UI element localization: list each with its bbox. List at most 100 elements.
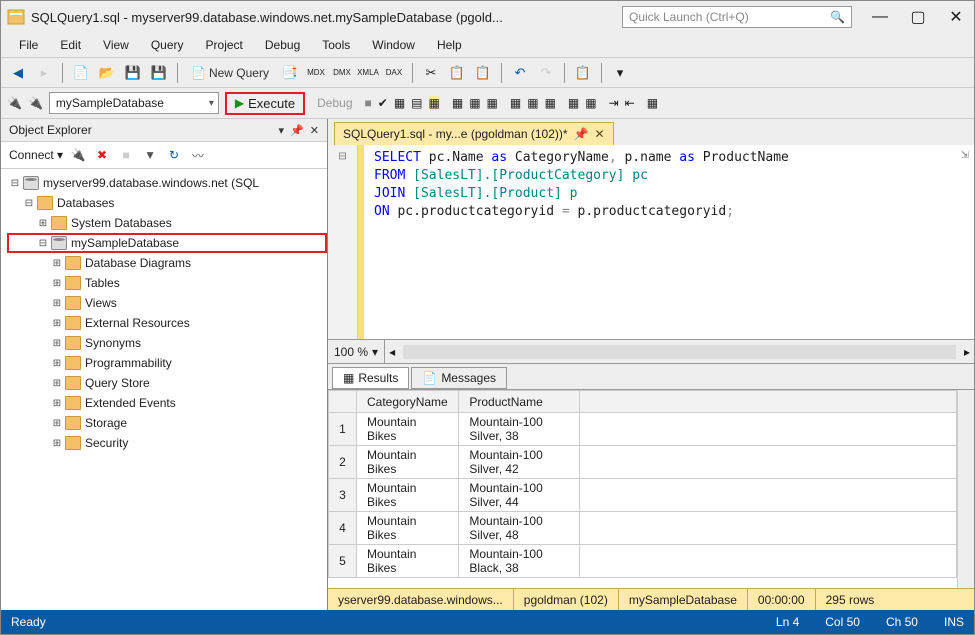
maximize-button[interactable]: ▢ xyxy=(906,5,930,29)
disconnect-icon[interactable]: ✖ xyxy=(93,146,111,164)
parse-button[interactable]: ✔ xyxy=(378,96,388,110)
menu-view[interactable]: View xyxy=(93,36,139,54)
folder-icon xyxy=(65,336,81,350)
indent-button[interactable]: ⇥ xyxy=(609,96,619,110)
databases-node[interactable]: ⊟Databases xyxy=(9,193,327,213)
scroll-right-button[interactable]: ▸ xyxy=(960,345,974,359)
mysampledatabase-node[interactable]: ⊟mySampleDatabase xyxy=(7,233,327,253)
dax-query-button[interactable]: DAX xyxy=(383,62,405,84)
security-node[interactable]: ⊞Security xyxy=(9,433,327,453)
save-all-button[interactable]: 💾 xyxy=(148,62,170,84)
folder-icon xyxy=(65,416,81,430)
actual-plan-button[interactable]: ▦ xyxy=(452,96,463,110)
stop-icon[interactable]: ■ xyxy=(117,146,135,164)
nav-back-button[interactable]: ◀ xyxy=(7,62,29,84)
dmx-query-button[interactable]: DMX xyxy=(331,62,353,84)
panel-close-icon[interactable]: ✕ xyxy=(310,124,319,137)
external-resources-node[interactable]: ⊞External Resources xyxy=(9,313,327,333)
cut-button[interactable]: ✂ xyxy=(420,62,442,84)
results-grid-button[interactable]: ▦ xyxy=(510,96,521,110)
close-button[interactable]: ✕ xyxy=(944,5,968,29)
client-stats-button[interactable]: ▦ xyxy=(487,96,498,110)
quick-launch-input[interactable]: Quick Launch (Ctrl+Q) 🔍 xyxy=(622,6,852,28)
uncomment-button[interactable]: ▦ xyxy=(585,96,596,110)
results-vertical-scrollbar[interactable] xyxy=(957,390,974,588)
new-query-button[interactable]: 📄 New Query xyxy=(185,66,275,80)
engine-query-button[interactable]: 📑 xyxy=(279,62,301,84)
outdent-button[interactable]: ⇤ xyxy=(625,96,635,110)
connect-dropdown[interactable]: Connect ▾ xyxy=(9,148,63,162)
folder-icon xyxy=(65,316,81,330)
debug-button[interactable]: Debug xyxy=(311,94,358,112)
results-tab[interactable]: ▦Results xyxy=(332,367,409,389)
menu-edit[interactable]: Edit xyxy=(50,36,91,54)
refresh-icon[interactable]: ↻ xyxy=(165,146,183,164)
query-options-button[interactable]: ▤ xyxy=(411,96,422,110)
solution-dropdown[interactable]: ▾ xyxy=(609,62,631,84)
col-productname[interactable]: ProductName xyxy=(459,391,580,413)
folder-icon xyxy=(65,436,81,450)
minimize-button[interactable]: — xyxy=(868,5,892,29)
split-icon[interactable]: ⇲ xyxy=(956,145,974,339)
xmla-query-button[interactable]: XMLA xyxy=(357,62,379,84)
open-button[interactable]: 📂 xyxy=(96,62,118,84)
panel-pin-icon[interactable]: 📌 xyxy=(290,124,304,137)
activity-icon[interactable]: 〰 xyxy=(189,146,207,164)
status-rows: 295 rows xyxy=(816,589,885,610)
results-text-button[interactable]: ▦ xyxy=(527,96,538,110)
server-node[interactable]: ⊟myserver99.database.windows.net (SQL xyxy=(9,173,327,193)
mdx-query-button[interactable]: MDX xyxy=(305,62,327,84)
views-node[interactable]: ⊞Views xyxy=(9,293,327,313)
paste-button[interactable]: 📋 xyxy=(472,62,494,84)
stop-button[interactable]: ■ xyxy=(365,96,372,110)
messages-tab[interactable]: 📄Messages xyxy=(411,367,507,389)
menu-tools[interactable]: Tools xyxy=(312,36,360,54)
menu-file[interactable]: File xyxy=(9,36,48,54)
specify-values-button[interactable]: ▦ xyxy=(647,96,658,110)
system-databases-node[interactable]: ⊞System Databases xyxy=(9,213,327,233)
extended-events-node[interactable]: ⊞Extended Events xyxy=(9,393,327,413)
execute-button[interactable]: ▶Execute xyxy=(225,92,305,115)
live-stats-button[interactable]: ▦ xyxy=(469,96,480,110)
comment-button[interactable]: ▦ xyxy=(568,96,579,110)
tab-close-icon[interactable]: ✕ xyxy=(594,127,604,141)
results-grid[interactable]: CategoryNameProductName 1Mountain BikesM… xyxy=(328,390,957,588)
results-file-button[interactable]: ▦ xyxy=(545,96,556,110)
filter-icon[interactable]: ▼ xyxy=(141,146,159,164)
menu-debug[interactable]: Debug xyxy=(255,36,310,54)
editor-tab[interactable]: SQLQuery1.sql - my...e (pgoldman (102))*… xyxy=(334,122,614,145)
sql-editor[interactable]: ⊟ SELECT pc.Name as CategoryName, p.name… xyxy=(328,145,974,340)
object-tree[interactable]: ⊟myserver99.database.windows.net (SQL ⊟D… xyxy=(1,169,327,610)
db-diagrams-node[interactable]: ⊞Database Diagrams xyxy=(9,253,327,273)
scroll-left-button[interactable]: ◂ xyxy=(385,345,399,359)
tab-pin-icon[interactable]: 📌 xyxy=(574,127,589,141)
query-store-node[interactable]: ⊞Query Store xyxy=(9,373,327,393)
connect-icon[interactable]: 🔌 xyxy=(69,146,87,164)
change-connection-button[interactable]: 🔌 xyxy=(7,96,22,110)
undo-button[interactable]: ↶ xyxy=(509,62,531,84)
menu-project[interactable]: Project xyxy=(196,36,253,54)
database-selector[interactable]: mySampleDatabase xyxy=(49,92,219,114)
outline-collapse-icon[interactable]: ⊟ xyxy=(339,149,347,164)
tables-node[interactable]: ⊞Tables xyxy=(9,273,327,293)
menu-query[interactable]: Query xyxy=(141,36,194,54)
horizontal-scrollbar[interactable] xyxy=(403,345,956,359)
nav-fwd-button[interactable]: ▸ xyxy=(33,62,55,84)
zoom-selector[interactable]: 100 %▾ xyxy=(328,340,385,363)
estimated-plan-button[interactable]: ▦ xyxy=(394,96,405,110)
copy-button[interactable]: 📋 xyxy=(446,62,468,84)
synonyms-node[interactable]: ⊞Synonyms xyxy=(9,333,327,353)
properties-button[interactable]: 📋 xyxy=(572,62,594,84)
intellisense-button[interactable]: ▦ xyxy=(429,96,440,110)
disconnect-button[interactable]: 🔌 xyxy=(28,96,43,110)
redo-button[interactable]: ↷ xyxy=(535,62,557,84)
programmability-node[interactable]: ⊞Programmability xyxy=(9,353,327,373)
new-project-button[interactable]: 📄 xyxy=(70,62,92,84)
panel-dropdown-icon[interactable]: ▾ xyxy=(279,124,285,137)
menu-help[interactable]: Help xyxy=(427,36,472,54)
main-toolbar: ◀ ▸ 📄 📂 💾 💾 📄 New Query 📑 MDX DMX XMLA D… xyxy=(1,57,974,87)
storage-node[interactable]: ⊞Storage xyxy=(9,413,327,433)
col-categoryname[interactable]: CategoryName xyxy=(357,391,459,413)
menu-window[interactable]: Window xyxy=(362,36,425,54)
save-button[interactable]: 💾 xyxy=(122,62,144,84)
